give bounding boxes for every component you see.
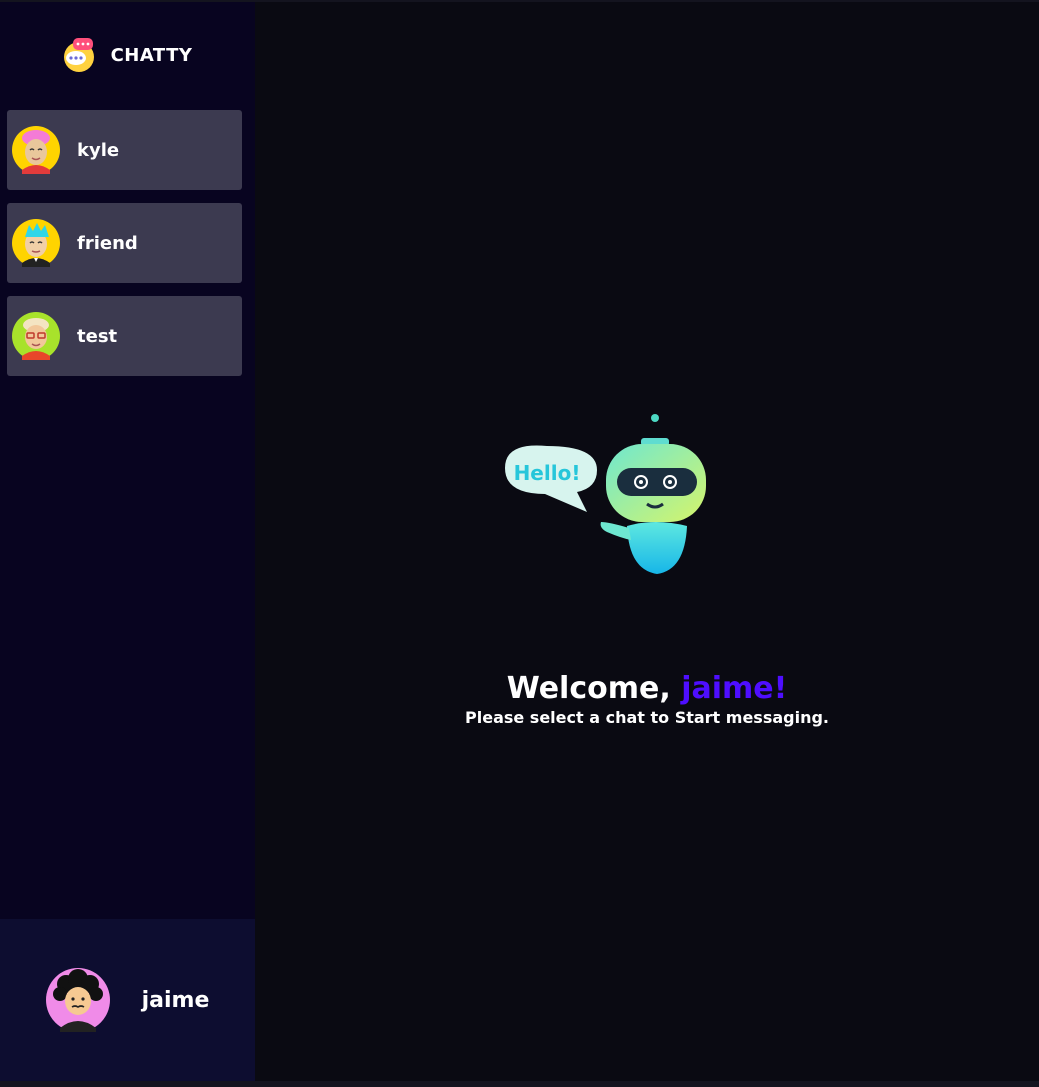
contact-item-friend[interactable]: friend [7,203,242,283]
contact-name: kyle [77,139,120,161]
contact-name: test [77,325,118,347]
robot-bubble-text: Hello! [514,461,581,485]
brand-title: CHATTY [110,44,193,66]
welcome-panel: Hello! Welcome, jaime! Please select a c… [255,2,1039,1081]
contact-name: friend [77,232,138,254]
robot-hello-icon: Hello! [505,414,706,574]
current-user-panel: jaime [0,919,255,1081]
welcome-message: Welcome, jaime! Please select a chat to … [255,670,1039,728]
brand: CHATTY [0,2,255,108]
welcome-subtitle: Please select a chat to Start messaging. [465,708,829,727]
welcome-greeting: Welcome, [506,671,682,706]
contact-item-test[interactable]: test [7,296,242,376]
contact-item-kyle[interactable]: kyle [7,110,242,190]
avatar-cyan-hair-icon [12,219,60,267]
contact-list: kyle friend test [0,108,255,376]
welcome-username: jaime! [681,671,788,706]
sidebar: CHATTY kyle friend test jaime [0,2,255,1081]
avatar-pink-hair-icon [12,126,60,174]
app-window: CHATTY kyle friend test jaime Hello! Wel… [0,2,1039,1081]
avatar-curly-hair-icon [45,968,110,1032]
welcome-heading: Welcome, jaime! [255,670,1039,708]
current-user-name: jaime [141,987,210,1013]
chat-bubbles-logo-icon [63,38,94,72]
avatar-glasses-icon [12,312,60,360]
